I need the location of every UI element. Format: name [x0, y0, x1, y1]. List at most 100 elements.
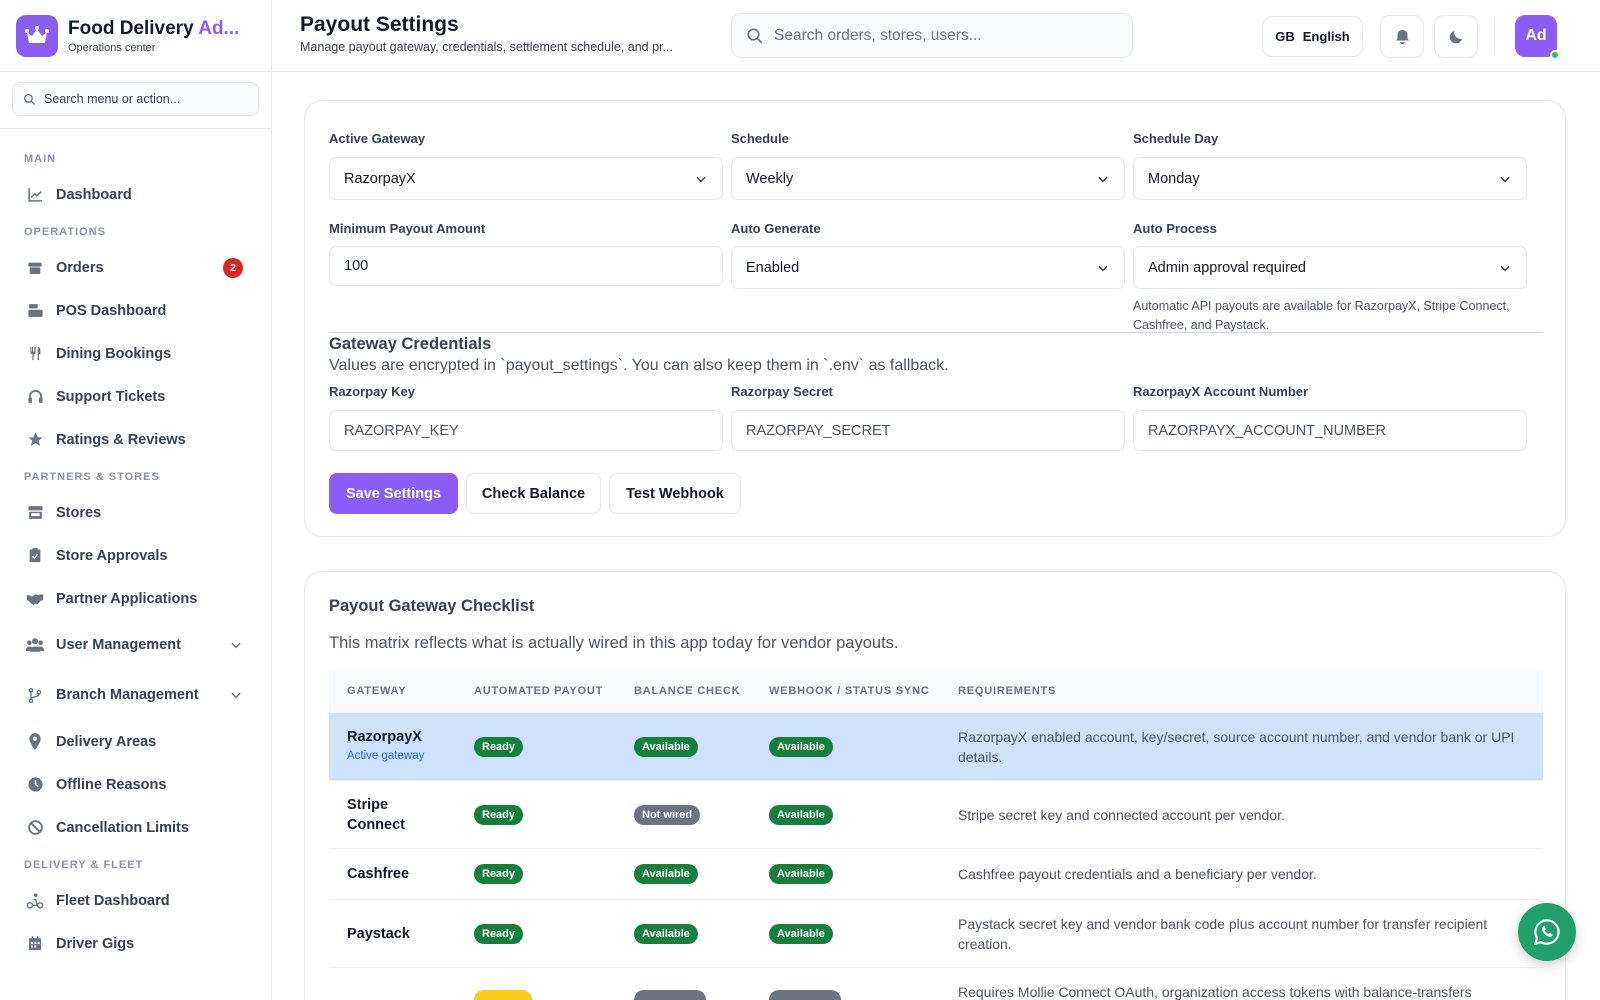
active-gateway-tag: Active gateway	[347, 750, 425, 762]
app-root: Food Delivery Ad... Operations center MA…	[0, 0, 1600, 1000]
status-badge: Available	[634, 737, 698, 757]
sidebar-search-input[interactable]	[44, 92, 234, 106]
sidebar-item-dining[interactable]: Dining Bookings	[0, 332, 271, 375]
avatar[interactable]: Ad	[1515, 15, 1560, 60]
sidebar-item-orders[interactable]: Orders 2	[0, 246, 271, 289]
sidebar-search[interactable]	[12, 82, 259, 116]
sidebar-item-users[interactable]: User Management	[0, 620, 271, 670]
table-header: GATEWAY AUTOMATED PAYOUT BALANCE CHECK W…	[329, 670, 1543, 713]
auto-generate-select[interactable]: Enabled	[731, 246, 1125, 289]
chevron-down-icon	[696, 176, 706, 183]
account-number-field[interactable]	[1133, 410, 1527, 451]
sidebar-item-label: Stores	[56, 504, 102, 521]
sidebar-item-label: Support Tickets	[56, 388, 166, 405]
top-header: Payout Settings Manage payout gateway, c…	[272, 0, 1600, 72]
main-content: Active Gateway RazorpayX Schedule Weekly…	[272, 72, 1600, 1000]
global-search-input[interactable]	[774, 26, 1114, 45]
sidebar-item-approvals[interactable]: Store Approvals	[0, 534, 271, 577]
razorpay-secret-input[interactable]	[746, 422, 1110, 439]
sidebar-item-dashboard[interactable]: Dashboard	[0, 173, 271, 216]
cash-register-icon	[26, 302, 44, 320]
page-subtitle: Manage payout gateway, credentials, sett…	[300, 40, 673, 54]
utensils-icon	[26, 345, 44, 363]
theme-toggle-button[interactable]	[1434, 15, 1478, 58]
ban-icon	[26, 819, 44, 837]
sidebar-item-gigs[interactable]: Driver Gigs	[0, 922, 271, 965]
table-row[interactable]: Paystack Ready Available Available Payst…	[329, 900, 1543, 968]
checklist-table: GATEWAY AUTOMATED PAYOUT BALANCE CHECK W…	[329, 670, 1543, 1000]
status-badge: Ready	[474, 924, 524, 944]
razorpay-key-input[interactable]	[344, 422, 708, 439]
column-header: BALANCE CHECK	[634, 685, 741, 697]
select-value: Enabled	[746, 259, 800, 276]
account-number-label: RazorpayX Account Number	[1133, 384, 1309, 399]
headset-icon	[26, 388, 44, 406]
sidebar-item-pos[interactable]: POS Dashboard	[0, 289, 271, 332]
chevron-down-icon	[1500, 176, 1510, 183]
select-value: Monday	[1148, 170, 1200, 187]
sidebar-item-partners[interactable]: Partner Applications	[0, 577, 271, 620]
branch-icon	[26, 686, 44, 704]
save-settings-button[interactable]: Save Settings	[329, 473, 458, 514]
schedule-select[interactable]: Weekly	[731, 157, 1125, 200]
payout-settings-card: Active Gateway RazorpayX Schedule Weekly…	[304, 100, 1566, 537]
sidebar-item-cancellation[interactable]: Cancellation Limits	[0, 806, 271, 849]
page-title: Payout Settings	[300, 13, 459, 36]
language-label: English	[1302, 29, 1350, 44]
status-badge: Available	[634, 864, 698, 884]
section-main: MAIN	[24, 153, 57, 165]
chevron-down-icon[interactable]	[229, 688, 243, 702]
calendar-icon	[26, 935, 44, 953]
razorpay-secret-field[interactable]	[731, 410, 1125, 451]
brand-title: Food Delivery Ad...	[68, 17, 240, 39]
sidebar-item-areas[interactable]: Delivery Areas	[0, 720, 271, 763]
column-header: WEBHOOK / STATUS SYNC	[769, 685, 930, 697]
divider	[1494, 20, 1495, 52]
schedule-day-select[interactable]: Monday	[1133, 157, 1527, 200]
schedule-label: Schedule	[731, 131, 789, 146]
table-row[interactable]: RazorpayX Active gateway Ready Available…	[329, 713, 1543, 781]
brand[interactable]: Food Delivery Ad... Operations center	[0, 0, 271, 72]
table-row[interactable]: Requires Mollie Connect OAuth, organizat…	[329, 968, 1543, 1000]
scooter-icon	[26, 892, 44, 910]
table-row[interactable]: Cashfree Ready Available Available Cashf…	[329, 849, 1543, 900]
sidebar-item-support[interactable]: Support Tickets	[0, 375, 271, 418]
active-gateway-select[interactable]: RazorpayX	[329, 157, 723, 200]
notifications-button[interactable]	[1380, 15, 1424, 58]
global-search[interactable]	[731, 13, 1133, 58]
min-payout-input[interactable]	[344, 258, 708, 274]
language-code: GB	[1275, 29, 1295, 44]
requirements-text: RazorpayX enabled account, key/secret, s…	[958, 729, 1515, 765]
account-number-input[interactable]	[1148, 422, 1512, 439]
chevron-down-icon[interactable]	[229, 638, 243, 652]
language-selector[interactable]: GB English	[1262, 16, 1363, 57]
sidebar-item-fleet[interactable]: Fleet Dashboard	[0, 879, 271, 922]
razorpay-key-field[interactable]	[329, 410, 723, 451]
status-badge	[769, 990, 841, 1000]
table-row[interactable]: Stripe Connect Ready Not wired Available…	[329, 781, 1543, 849]
clipboard-check-icon	[26, 547, 44, 565]
column-header: REQUIREMENTS	[958, 685, 1057, 697]
credentials-description: Values are encrypted in `payout_settings…	[329, 357, 949, 374]
sidebar-item-offline[interactable]: Offline Reasons	[0, 763, 271, 806]
sidebar-item-label: Dining Bookings	[56, 345, 172, 362]
users-icon	[26, 636, 44, 654]
min-payout-field[interactable]	[329, 246, 723, 286]
section-operations: OPERATIONS	[24, 226, 106, 238]
test-webhook-button[interactable]: Test Webhook	[609, 473, 741, 514]
razorpay-secret-label: Razorpay Secret	[731, 384, 833, 399]
sidebar-item-branches[interactable]: Branch Management	[0, 670, 271, 720]
sidebar-item-ratings[interactable]: Ratings & Reviews	[0, 418, 271, 461]
gateway-name: RazorpayX	[347, 729, 422, 745]
sidebar-item-stores[interactable]: Stores	[0, 491, 271, 534]
sidebar-item-label: Cancellation Limits	[56, 819, 189, 836]
clock-icon	[26, 776, 44, 794]
requirements-text: Requires Mollie Connect OAuth, organizat…	[958, 984, 1472, 1000]
sidebar-item-label: Driver Gigs	[56, 935, 135, 952]
gateway-checklist-card: Payout Gateway Checklist This matrix ref…	[304, 571, 1566, 1000]
chevron-down-icon	[1500, 265, 1510, 272]
auto-process-select[interactable]: Admin approval required	[1133, 246, 1527, 289]
check-balance-button[interactable]: Check Balance	[466, 473, 601, 514]
active-gateway-label: Active Gateway	[329, 131, 426, 146]
whatsapp-chat-button[interactable]	[1518, 903, 1576, 961]
